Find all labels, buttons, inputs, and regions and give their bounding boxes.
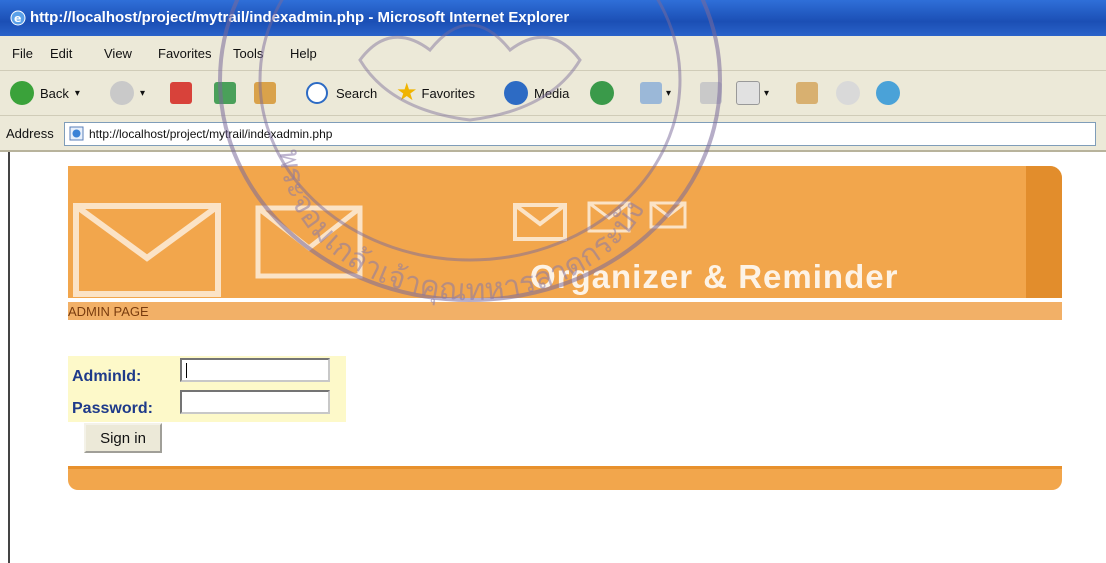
forward-arrow-icon [110,81,134,105]
window-title: http://localhost/project/mytrail/indexad… [30,9,570,26]
envelope-icon [73,203,221,297]
password-input[interactable] [180,390,330,414]
footer-bar [68,466,1062,490]
envelope-icon [513,203,567,241]
back-button[interactable]: Back ▾ [10,77,80,109]
favorites-star-icon: ★ [396,79,418,106]
menu-file[interactable]: File [12,46,33,61]
address-input[interactable]: http://localhost/project/mytrail/indexad… [64,122,1096,146]
ie-logo-icon: e [10,10,26,26]
address-bar: Address http://localhost/project/mytrail… [0,116,1106,152]
messenger-button[interactable] [876,77,900,109]
menu-view[interactable]: View [104,46,132,61]
text-caret [186,363,187,378]
forward-button[interactable]: ▾ [110,77,145,109]
edit-dropdown-icon[interactable]: ▾ [764,88,769,99]
address-url: http://localhost/project/mytrail/indexad… [89,127,333,141]
adminid-input[interactable] [180,358,330,382]
adminid-label: AdminId: [72,368,142,385]
menu-tools[interactable]: Tools [233,46,263,61]
menu-edit[interactable]: Edit [50,46,72,61]
print-icon [700,82,722,104]
print-button[interactable] [700,77,722,109]
envelope-icon [587,201,631,233]
admin-page-strip: ADMIN PAGE [68,302,1062,320]
media-label: Media [534,85,570,101]
menu-bar: File Edit View Favorites Tools Help [0,36,1106,71]
favorites-button[interactable]: ★ Favorites [396,77,475,109]
refresh-icon [214,82,236,104]
search-icon [306,82,328,104]
header-banner: Organizer & Reminder [68,166,1062,298]
mail-dropdown-icon[interactable]: ▾ [666,88,671,99]
window-title-bar[interactable]: e http://localhost/project/mytrail/index… [0,0,1106,36]
discuss-button[interactable] [836,77,860,109]
home-button[interactable] [254,77,276,109]
signin-button[interactable]: Sign in [84,423,162,453]
address-label: Address [6,126,54,141]
ie-page-icon [69,126,84,141]
toolbar: Back ▾ ▾ Search ★ Favorites Media ▾ ▾ [0,71,1106,116]
home-icon [254,82,276,104]
messenger-icon [876,81,900,105]
history-icon [590,81,614,105]
edit-button[interactable]: ▾ [736,77,769,109]
banner-right-band [1026,166,1062,298]
envelope-icon [649,201,687,229]
stop-button[interactable] [170,77,192,109]
history-button[interactable] [590,77,614,109]
research-icon [796,82,818,104]
admin-page-label: ADMIN PAGE [68,304,149,319]
mail-icon [640,82,662,104]
login-form: AdminId: Password: [68,356,346,422]
forward-dropdown-icon[interactable]: ▾ [140,88,145,99]
banner-title: Organizer & Reminder [530,258,899,295]
refresh-button[interactable] [214,77,236,109]
mail-button[interactable]: ▾ [640,77,671,109]
stop-icon [170,82,192,104]
media-button[interactable]: Media [504,77,569,109]
envelope-icon [255,205,363,279]
back-dropdown-icon[interactable]: ▾ [75,88,80,99]
page-content: Organizer & Reminder ADMIN PAGE AdminId:… [8,152,1106,563]
back-label: Back [40,85,69,101]
discuss-bubble-icon [836,81,860,105]
svg-text:e: e [14,12,21,25]
media-icon [504,81,528,105]
menu-help[interactable]: Help [290,46,317,61]
password-label: Password: [72,400,153,417]
favorites-label: Favorites [421,85,475,101]
search-label: Search [336,85,378,101]
menu-favorites[interactable]: Favorites [158,46,211,61]
edit-icon [736,81,760,105]
back-arrow-icon [10,81,34,105]
research-button[interactable] [796,77,818,109]
search-button[interactable]: Search [306,77,377,109]
